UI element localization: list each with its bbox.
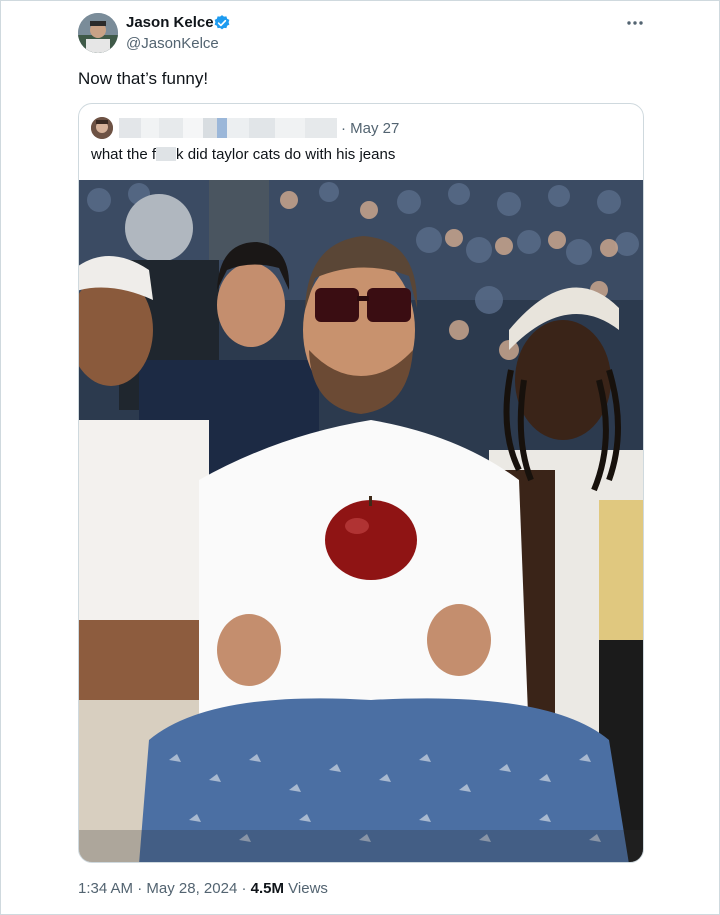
quoted-author-name-redacted: [119, 118, 337, 138]
meta-separator: ·: [241, 880, 247, 897]
quoted-tweet[interactable]: · May 27 what the f k did taylor cats do …: [78, 103, 644, 863]
tweet-time[interactable]: 1:34 AM: [78, 880, 133, 897]
author-handle[interactable]: @JasonKelce: [126, 35, 219, 52]
quoted-tweet-text: what the f k did taylor cats do with his …: [91, 146, 395, 163]
quoted-photo[interactable]: [79, 180, 643, 862]
more-horizontal-icon[interactable]: [623, 11, 647, 35]
tweet-text: Now that’s funny!: [78, 69, 209, 88]
tweet-card: Jason Kelce @JasonKelce Now that’s funny…: [0, 0, 720, 915]
views-label: Views: [288, 880, 328, 897]
tweet-date[interactable]: May 28, 2024: [146, 880, 237, 897]
quoted-text-start: what the f: [91, 146, 157, 163]
verified-badge-icon: [213, 14, 231, 32]
author-name[interactable]: Jason Kelce: [126, 14, 214, 31]
meta-separator: ·: [137, 880, 143, 897]
quoted-tweet-date[interactable]: · May 27: [341, 120, 399, 137]
author-avatar[interactable]: [78, 13, 118, 53]
views-count: 4.5M: [250, 880, 284, 897]
tweet-meta: 1:34 AM · May 28, 2024 · 4.5M Views: [78, 880, 328, 897]
quoted-author-avatar[interactable]: [91, 117, 113, 139]
quoted-text-end: k did taylor cats do with his jeans: [176, 146, 396, 163]
censored-letters: [156, 147, 177, 161]
